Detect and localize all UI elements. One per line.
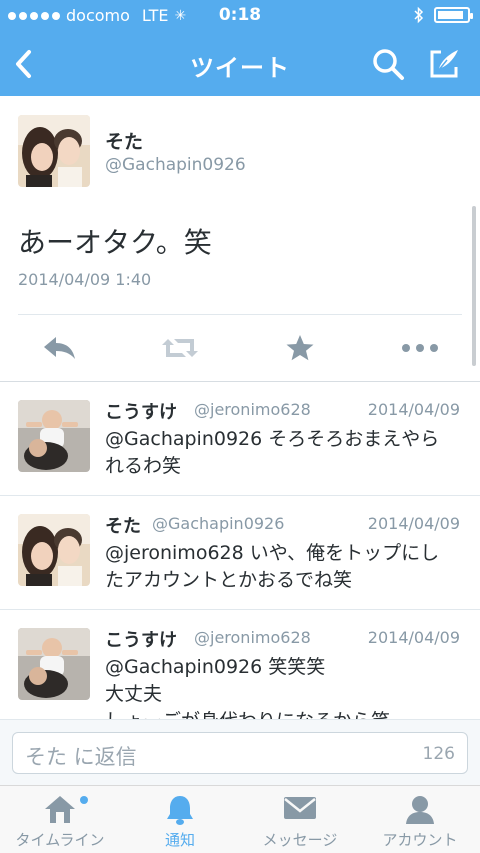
tab-timeline[interactable]: タイムライン [0,786,120,853]
new-indicator [80,796,88,804]
tab-label: メッセージ [262,831,338,849]
tab-messages[interactable]: メッセージ [240,786,360,853]
battery-level [438,11,464,19]
reply-text-line: @jeronimo628 いや、俺をトップにし [105,542,440,564]
compose-icon [430,50,458,78]
reply-input[interactable]: そた に返信 126 [12,732,468,774]
avatar[interactable] [18,400,90,472]
reply-author-name: そた [105,516,141,537]
tab-label: タイムライン [15,831,105,849]
baby-photo-icon [18,400,90,472]
reply-author-name: こうすけ [105,402,177,423]
more-button[interactable] [398,328,442,368]
reply-text-line: @Gachapin0926 笑笑笑 [105,656,326,678]
compose-button[interactable] [424,44,464,84]
reply-text: @Gachapin0926 笑笑笑 大丈夫 しょーごが身代わりになるから笑 [105,654,462,723]
author-name: そた [105,131,144,153]
tab-label: アカウント [382,831,458,849]
bell-icon [167,796,193,825]
reply-text: @jeronimo628 いや、俺をトップにし たアカウントとかおるでね笑 [105,540,462,594]
avatar[interactable] [18,514,90,586]
retweet-icon [162,339,198,357]
tab-account[interactable]: アカウント [360,786,480,853]
envelope-icon [284,797,316,819]
reply-placeholder: そた に返信 [25,745,137,769]
avatar[interactable] [18,115,90,187]
tweet-timestamp: 2014/04/09 1:40 [18,270,152,289]
reply-icon [44,337,75,359]
avatar[interactable] [18,628,90,700]
divider [18,314,462,315]
reply-tweet[interactable]: そた @Gachapin0926 2014/04/09 @jeronimo628… [0,496,480,610]
reply-text-line: 大丈夫 [105,683,163,705]
more-icon [402,344,438,352]
tweet-actions [0,328,480,368]
tab-label: 通知 [164,831,195,849]
reply-text-line: @Gachapin0926 そろそろおまえやら [105,428,440,450]
reply-author-handle[interactable]: @Gachapin0926 [152,514,284,533]
search-icon [373,49,404,80]
reply-tweet[interactable]: こうすけ @jeronimo628 2014/04/09 @Gachapin09… [0,382,480,496]
reply-composer: そた に返信 126 [0,719,480,785]
reply-text-line: たアカウントとかおるでね笑 [105,569,353,591]
retweet-button[interactable] [158,328,202,368]
reply-author-name: こうすけ [105,630,177,651]
reply-button[interactable] [38,328,82,368]
home-icon [45,796,75,823]
reply-tweet[interactable]: こうすけ @jeronimo628 2014/04/09 @Gachapin09… [0,610,480,724]
baby-photo-icon [18,628,90,700]
navigation-bar: ツイート [0,32,480,96]
reply-text-line: れるわ笑 [105,455,182,477]
page-title: ツイート [190,54,290,82]
reply-date: 2014/04/09 [367,400,460,419]
reply-author-handle[interactable]: @jeronimo628 [194,400,311,419]
character-count: 126 [422,744,455,764]
bluetooth-icon [414,6,424,24]
status-bar: docomo LTE ✳ 0:18 [0,0,480,32]
author-handle[interactable]: @Gachapin0926 [105,155,246,175]
tweet-detail: そた @Gachapin0926 あーオタク。笑 2014/04/09 1:40 [0,96,480,381]
star-icon [286,335,314,361]
reply-date: 2014/04/09 [367,514,460,533]
couple-photo-icon [18,115,90,187]
couple-photo-icon [18,514,90,586]
search-button[interactable] [368,44,408,84]
tab-notifications[interactable]: 通知 [120,786,240,853]
reply-date: 2014/04/09 [367,628,460,647]
tab-bar: タイムライン 通知 メッセージ アカウント [0,785,480,853]
reply-text: @Gachapin0926 そろそろおまえやら れるわ笑 [105,426,462,480]
reply-author-handle[interactable]: @jeronimo628 [194,628,311,647]
tweet-text: あーオタク。笑 [18,226,212,259]
status-time: 0:18 [218,5,262,25]
battery-icon [434,7,473,23]
favorite-button[interactable] [278,328,322,368]
person-icon [406,796,434,824]
scrollbar[interactable] [472,206,476,366]
